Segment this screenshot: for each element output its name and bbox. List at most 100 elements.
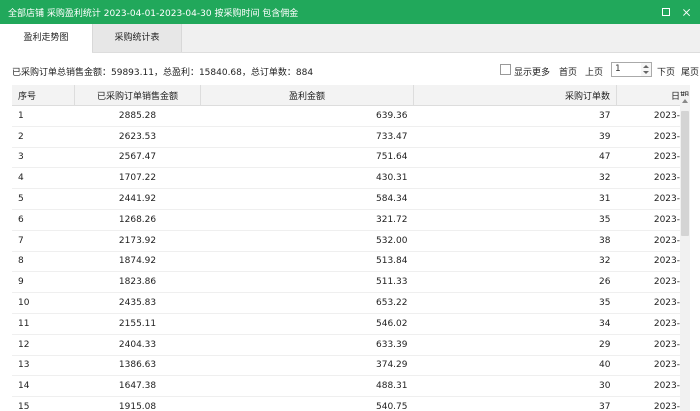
cell-date: 2023-04-24: [616, 230, 690, 252]
cell-index: 8: [12, 251, 75, 273]
stats-table-container: 序号 已采购订单销售金额 盈利金额 采购订单数 日期 12885.28639.3…: [12, 85, 690, 411]
page-spinner[interactable]: [641, 62, 652, 77]
cell-date: 2023-04-23: [616, 251, 690, 273]
cell-date: 2023-04-17: [616, 375, 690, 398]
chevron-up-icon[interactable]: [643, 65, 649, 68]
close-button[interactable]: [679, 5, 693, 19]
cell-sales-amount: 1915.08: [74, 396, 201, 411]
cell-index: 11: [12, 313, 75, 335]
last-page-link[interactable]: 尾页: [681, 65, 699, 78]
show-more-checkbox[interactable]: [500, 64, 511, 75]
table-row[interactable]: 32567.47751.64472023-04-28: [12, 147, 690, 169]
first-page-link[interactable]: 首页: [559, 65, 577, 78]
chevron-down-icon[interactable]: [643, 71, 649, 74]
cell-profit: 653.22: [200, 292, 414, 314]
cell-date: 2023-04-27: [616, 167, 690, 190]
stats-table: 序号 已采购订单销售金额 盈利金额 采购订单数 日期 12885.28639.3…: [12, 85, 690, 411]
cell-index: 15: [12, 396, 75, 411]
table-row[interactable]: 131386.63374.29402023-04-18: [12, 355, 690, 377]
column-header-sales-amount: 已采购订单销售金额: [74, 85, 201, 106]
close-icon: [682, 8, 691, 17]
scrollbar-thumb[interactable]: [681, 111, 689, 236]
cell-order-count: 35: [413, 292, 617, 314]
tab-profit-trend[interactable]: 盈利走势图: [0, 24, 92, 53]
column-header-date: 日期: [616, 85, 690, 106]
table-row[interactable]: 52441.92584.34312023-04-26: [12, 188, 690, 210]
cell-profit: 321.72: [200, 209, 414, 231]
cell-sales-amount: 1647.38: [74, 375, 201, 398]
cell-sales-amount: 1874.92: [74, 251, 201, 273]
cell-date: 2023-04-25: [616, 209, 690, 231]
cell-sales-amount: 1707.22: [74, 167, 201, 190]
cell-profit: 374.29: [200, 355, 414, 377]
cell-index: 1: [12, 105, 75, 127]
maximize-button[interactable]: [659, 5, 673, 19]
cell-profit: 733.47: [200, 126, 414, 148]
scroll-up-icon[interactable]: [681, 97, 689, 105]
cell-index: 5: [12, 188, 75, 210]
table-row[interactable]: 122404.33633.39292023-04-19: [12, 334, 690, 356]
summary-text: 已采购订单总销售金额：59893.11，总盈利：15840.68，总订单数：88…: [12, 68, 314, 78]
stats-window: 全部店铺 采购盈利统计 2023-04-01-2023-04-30 按采购时间 …: [0, 0, 700, 411]
column-header-index: 序号: [12, 85, 75, 106]
cell-date: 2023-04-19: [616, 334, 690, 356]
prev-page-link[interactable]: 上页: [585, 65, 603, 78]
cell-order-count: 37: [413, 396, 617, 411]
pager-bar: 显示更多 首页 上页 1 下页 尾页: [500, 61, 699, 79]
cell-sales-amount: 2885.28: [74, 105, 201, 127]
cell-date: 2023-04-26: [616, 188, 690, 210]
cell-profit: 584.34: [200, 188, 414, 210]
cell-sales-amount: 2567.47: [74, 147, 201, 169]
page-number-input[interactable]: 1: [611, 62, 642, 77]
cell-order-count: 29: [413, 334, 617, 356]
cell-order-count: 47: [413, 147, 617, 169]
cell-date: 2023-04-30: [616, 105, 690, 127]
cell-sales-amount: 1823.86: [74, 271, 201, 294]
table-row[interactable]: 22623.53733.47392023-04-29: [12, 126, 690, 148]
cell-order-count: 32: [413, 251, 617, 273]
cell-profit: 488.31: [200, 375, 414, 398]
cell-order-count: 38: [413, 230, 617, 252]
cell-date: 2023-04-16: [616, 396, 690, 411]
next-page-link[interactable]: 下页: [657, 65, 675, 78]
maximize-icon: [662, 8, 670, 16]
vertical-scrollbar[interactable]: [680, 96, 690, 411]
cell-profit: 532.00: [200, 230, 414, 252]
cell-order-count: 40: [413, 355, 617, 377]
table-row[interactable]: 151915.08540.75372023-04-16: [12, 396, 690, 411]
table-row[interactable]: 102435.83653.22352023-04-21: [12, 292, 690, 314]
column-header-profit: 盈利金额: [200, 85, 414, 106]
title-bar: 全部店铺 采购盈利统计 2023-04-01-2023-04-30 按采购时间 …: [0, 0, 700, 24]
table-row[interactable]: 112155.11546.02342023-04-20: [12, 313, 690, 335]
table-row[interactable]: 41707.22430.31322023-04-27: [12, 167, 690, 190]
cell-index: 7: [12, 230, 75, 252]
cell-date: 2023-04-29: [616, 126, 690, 148]
cell-order-count: 26: [413, 271, 617, 294]
cell-sales-amount: 2623.53: [74, 126, 201, 148]
cell-profit: 639.36: [200, 105, 414, 127]
cell-index: 12: [12, 334, 75, 356]
cell-profit: 546.02: [200, 313, 414, 335]
cell-order-count: 32: [413, 167, 617, 190]
cell-sales-amount: 1268.26: [74, 209, 201, 231]
table-row[interactable]: 61268.26321.72352023-04-25: [12, 209, 690, 231]
table-row[interactable]: 141647.38488.31302023-04-17: [12, 375, 690, 398]
cell-index: 14: [12, 375, 75, 398]
cell-sales-amount: 2155.11: [74, 313, 201, 335]
cell-order-count: 31: [413, 188, 617, 210]
cell-index: 13: [12, 355, 75, 377]
cell-sales-amount: 2404.33: [74, 334, 201, 356]
table-row[interactable]: 91823.86511.33262023-04-22: [12, 271, 690, 294]
cell-date: 2023-04-18: [616, 355, 690, 377]
table-row[interactable]: 12885.28639.36372023-04-30: [12, 105, 690, 127]
cell-date: 2023-04-20: [616, 313, 690, 335]
cell-profit: 540.75: [200, 396, 414, 411]
show-more-label[interactable]: 显示更多: [514, 65, 550, 78]
cell-profit: 513.84: [200, 251, 414, 273]
table-row[interactable]: 81874.92513.84322023-04-23: [12, 251, 690, 273]
tab-purchase-stats[interactable]: 采购统计表: [92, 24, 182, 52]
cell-index: 4: [12, 167, 75, 190]
table-row[interactable]: 72173.92532.00382023-04-24: [12, 230, 690, 252]
column-header-order-count: 采购订单数: [413, 85, 617, 106]
cell-date: 2023-04-28: [616, 147, 690, 169]
